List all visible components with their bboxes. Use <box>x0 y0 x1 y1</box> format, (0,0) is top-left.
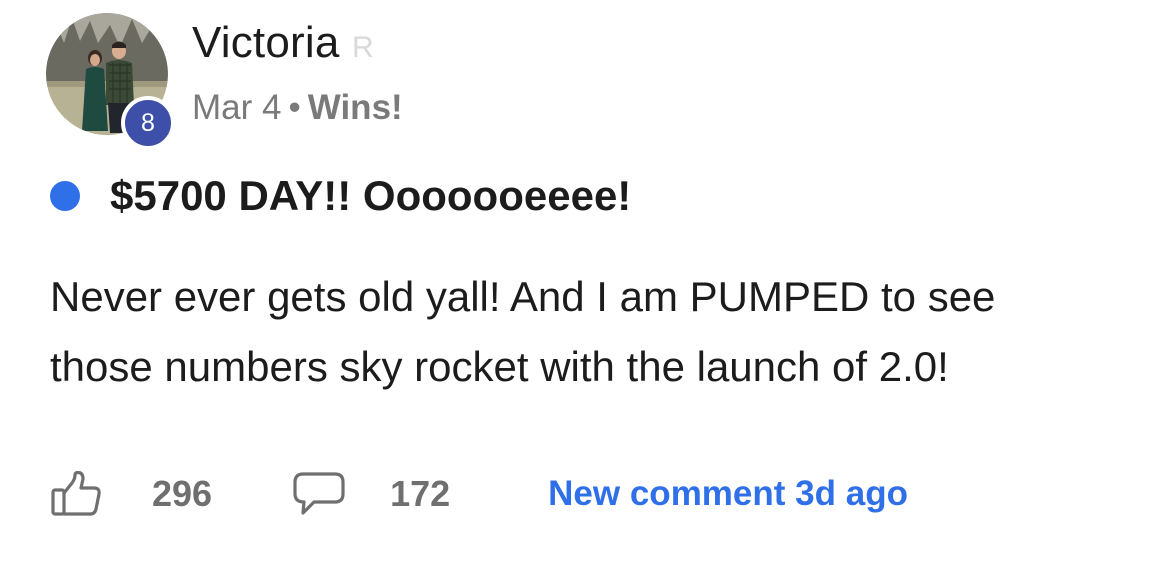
thumbs-up-icon[interactable] <box>50 471 104 517</box>
community-post: 8 Victoria R Mar 4 • Wins! $5700 DAY!! Ooo… <box>0 0 1170 572</box>
meta-separator: • <box>288 88 301 127</box>
comment-count: 172 <box>390 473 451 514</box>
post-title[interactable]: $5700 DAY!! Ooooooeeee! <box>110 172 631 220</box>
post-date: Mar 4 <box>192 88 282 127</box>
post-meta: Mar 4 • Wins! <box>192 88 403 128</box>
author-surname-faded: R <box>351 31 374 64</box>
level-badge: 8 <box>121 96 175 150</box>
author-avatar-wrap[interactable]: 8 <box>46 13 175 150</box>
post-body-line: those numbers sky rocket with the launch… <box>50 343 949 390</box>
like-button[interactable]: 296 <box>50 471 212 517</box>
author-first-name[interactable]: Victoria <box>192 18 340 67</box>
speech-bubble-icon[interactable] <box>292 471 346 517</box>
post-footer: 296 172 New comment 3d ago <box>50 466 908 522</box>
comment-button[interactable]: 172 <box>292 471 450 517</box>
author-name[interactable]: Victoria R <box>192 18 374 68</box>
post-body[interactable]: Never ever gets old yall! And I am PUMPE… <box>50 262 1130 402</box>
like-count: 296 <box>152 473 213 514</box>
post-body-line: Never ever gets old yall! And I am PUMPE… <box>50 273 996 320</box>
new-comment-link[interactable]: New comment 3d ago <box>548 474 908 514</box>
unread-dot-icon <box>50 181 80 211</box>
post-category[interactable]: Wins! <box>308 88 403 127</box>
post-title-row[interactable]: $5700 DAY!! Ooooooeeee! <box>50 172 631 220</box>
